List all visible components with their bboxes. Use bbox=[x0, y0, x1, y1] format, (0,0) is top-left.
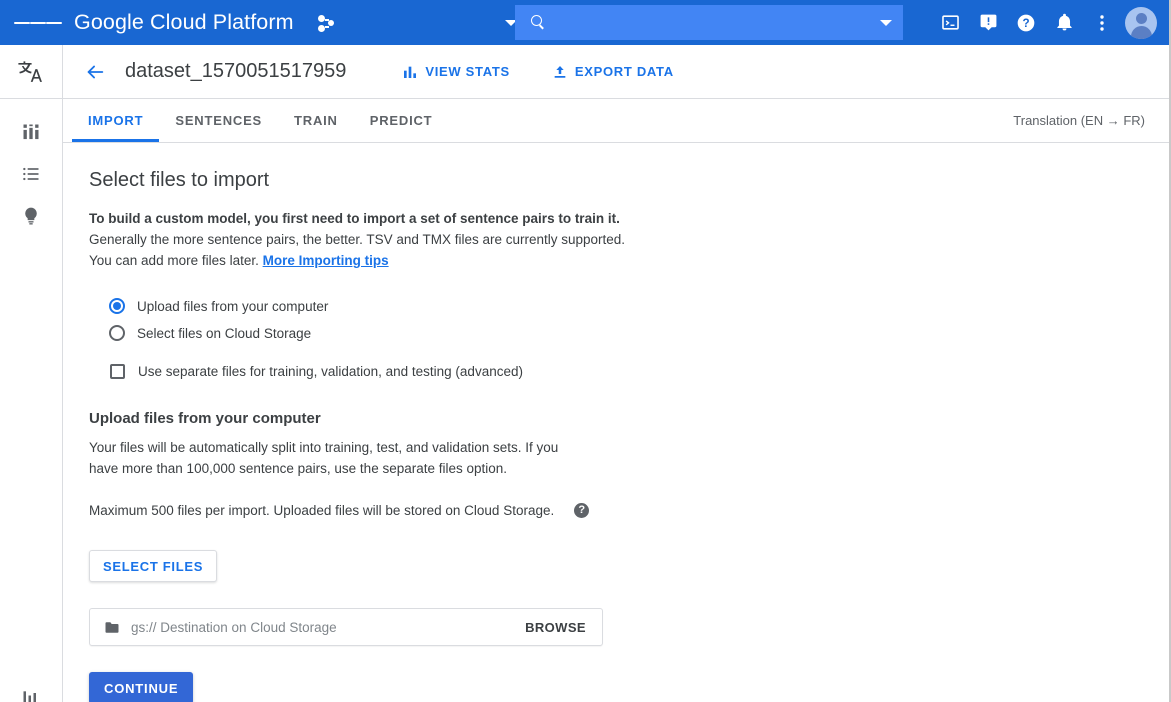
glyph-link bbox=[325, 19, 329, 21]
cloud-storage-destination-field[interactable]: BROWSE bbox=[89, 608, 603, 646]
upload-icon bbox=[552, 64, 568, 80]
cloud-storage-path-input[interactable] bbox=[131, 620, 525, 635]
chevron-down-shape bbox=[880, 20, 892, 26]
back-arrow-icon[interactable] bbox=[81, 58, 109, 86]
translate-icon[interactable] bbox=[0, 45, 62, 99]
help-icon[interactable]: ? bbox=[1007, 0, 1045, 45]
max-files-note: Maximum 500 files per import. Uploaded f… bbox=[89, 503, 554, 518]
sidebar-item-datasets[interactable] bbox=[0, 111, 62, 153]
tab-train[interactable]: TRAIN bbox=[278, 99, 354, 142]
avatar[interactable] bbox=[1125, 7, 1157, 39]
checkbox-separate-files[interactable]: Use separate files for training, validat… bbox=[89, 358, 1169, 384]
project-selector-icon[interactable] bbox=[316, 12, 338, 34]
checkbox-unchecked[interactable] bbox=[110, 364, 125, 379]
tab-sentences[interactable]: SENTENCES bbox=[159, 99, 278, 142]
import-content: Select files to import To build a custom… bbox=[63, 143, 1169, 702]
tab-label: SENTENCES bbox=[175, 113, 262, 128]
intro-blurb-bold: To build a custom model, you first need … bbox=[89, 208, 649, 229]
tab-import[interactable]: IMPORT bbox=[72, 99, 159, 142]
hamburger-icon[interactable] bbox=[14, 0, 62, 45]
brand-title[interactable]: Google Cloud Platform bbox=[74, 10, 294, 35]
svg-text:?: ? bbox=[1022, 17, 1029, 30]
hamburger-bar bbox=[30, 22, 46, 24]
sidebar-item-list[interactable] bbox=[0, 153, 62, 195]
more-options-icon[interactable] bbox=[1083, 0, 1121, 45]
bar-chart-icon bbox=[402, 64, 418, 80]
radio-label: Select files on Cloud Storage bbox=[137, 326, 311, 341]
page-titlebar: dataset_1570051517959 VIEW STATS bbox=[63, 45, 1169, 99]
export-data-label: EXPORT DATA bbox=[575, 64, 674, 79]
split-note: Your files will be automatically split i… bbox=[89, 437, 589, 479]
view-stats-button[interactable]: VIEW STATS bbox=[402, 64, 510, 80]
tab-predict[interactable]: PREDICT bbox=[354, 99, 449, 142]
search-chevron-down-icon[interactable] bbox=[869, 5, 903, 40]
search-input[interactable] bbox=[557, 15, 869, 31]
hamburger-bar bbox=[14, 22, 30, 24]
help-icon[interactable]: ? bbox=[574, 503, 589, 518]
view-stats-label: VIEW STATS bbox=[425, 64, 510, 79]
gcp-automl-translation-page: Google Cloud Platform bbox=[0, 0, 1171, 702]
source-radio-group: Upload files from your computer Select f… bbox=[89, 293, 1169, 384]
glyph-dot bbox=[318, 25, 325, 32]
rail-bottom-chart-icon[interactable] bbox=[0, 688, 62, 702]
tabs-row: IMPORT SENTENCES TRAIN PREDICT Translati… bbox=[63, 99, 1169, 143]
global-search-box[interactable] bbox=[515, 5, 903, 40]
tab-label: IMPORT bbox=[88, 113, 143, 128]
glyph-dot bbox=[318, 15, 325, 22]
page-body: dataset_1570051517959 VIEW STATS bbox=[63, 45, 1169, 702]
max-files-note-row: Maximum 500 files per import. Uploaded f… bbox=[89, 503, 1169, 518]
browse-button[interactable]: BROWSE bbox=[525, 620, 586, 635]
translation-pair-label: Translation (EN → FR) bbox=[1013, 99, 1145, 142]
rail-items bbox=[0, 99, 62, 237]
cloud-shell-icon[interactable] bbox=[931, 0, 969, 45]
section-title: Select files to import bbox=[89, 169, 1169, 192]
left-icon-rail bbox=[0, 45, 63, 702]
header-action-icons: ? bbox=[931, 0, 1161, 45]
folder-icon bbox=[104, 621, 120, 634]
notifications-icon[interactable] bbox=[1045, 0, 1083, 45]
export-data-button[interactable]: EXPORT DATA bbox=[552, 64, 674, 80]
radio-select-on-cloud-storage[interactable]: Select files on Cloud Storage bbox=[89, 320, 1169, 346]
search-icon bbox=[531, 15, 547, 31]
radio-button-unselected[interactable] bbox=[109, 325, 125, 341]
sidebar-item-tips[interactable] bbox=[0, 195, 62, 237]
subsection-title: Upload files from your computer bbox=[89, 410, 1169, 427]
radio-button-selected[interactable] bbox=[109, 298, 125, 314]
tab-label: TRAIN bbox=[294, 113, 338, 128]
top-header: Google Cloud Platform bbox=[0, 0, 1171, 45]
page-title: dataset_1570051517959 bbox=[125, 60, 346, 83]
continue-button[interactable]: CONTINUE bbox=[89, 672, 193, 702]
radio-upload-from-computer[interactable]: Upload files from your computer bbox=[89, 293, 1169, 319]
tab-label: PREDICT bbox=[370, 113, 433, 128]
radio-label: Upload files from your computer bbox=[137, 299, 328, 314]
checkbox-label: Use separate files for training, validat… bbox=[138, 364, 523, 379]
more-importing-tips-link[interactable]: More Importing tips bbox=[263, 253, 389, 268]
select-files-button[interactable]: SELECT FILES bbox=[89, 550, 217, 582]
feedback-icon[interactable] bbox=[969, 0, 1007, 45]
glyph-link bbox=[325, 26, 329, 28]
hamburger-bar bbox=[46, 22, 62, 24]
intro-blurb: To build a custom model, you first need … bbox=[89, 208, 649, 271]
